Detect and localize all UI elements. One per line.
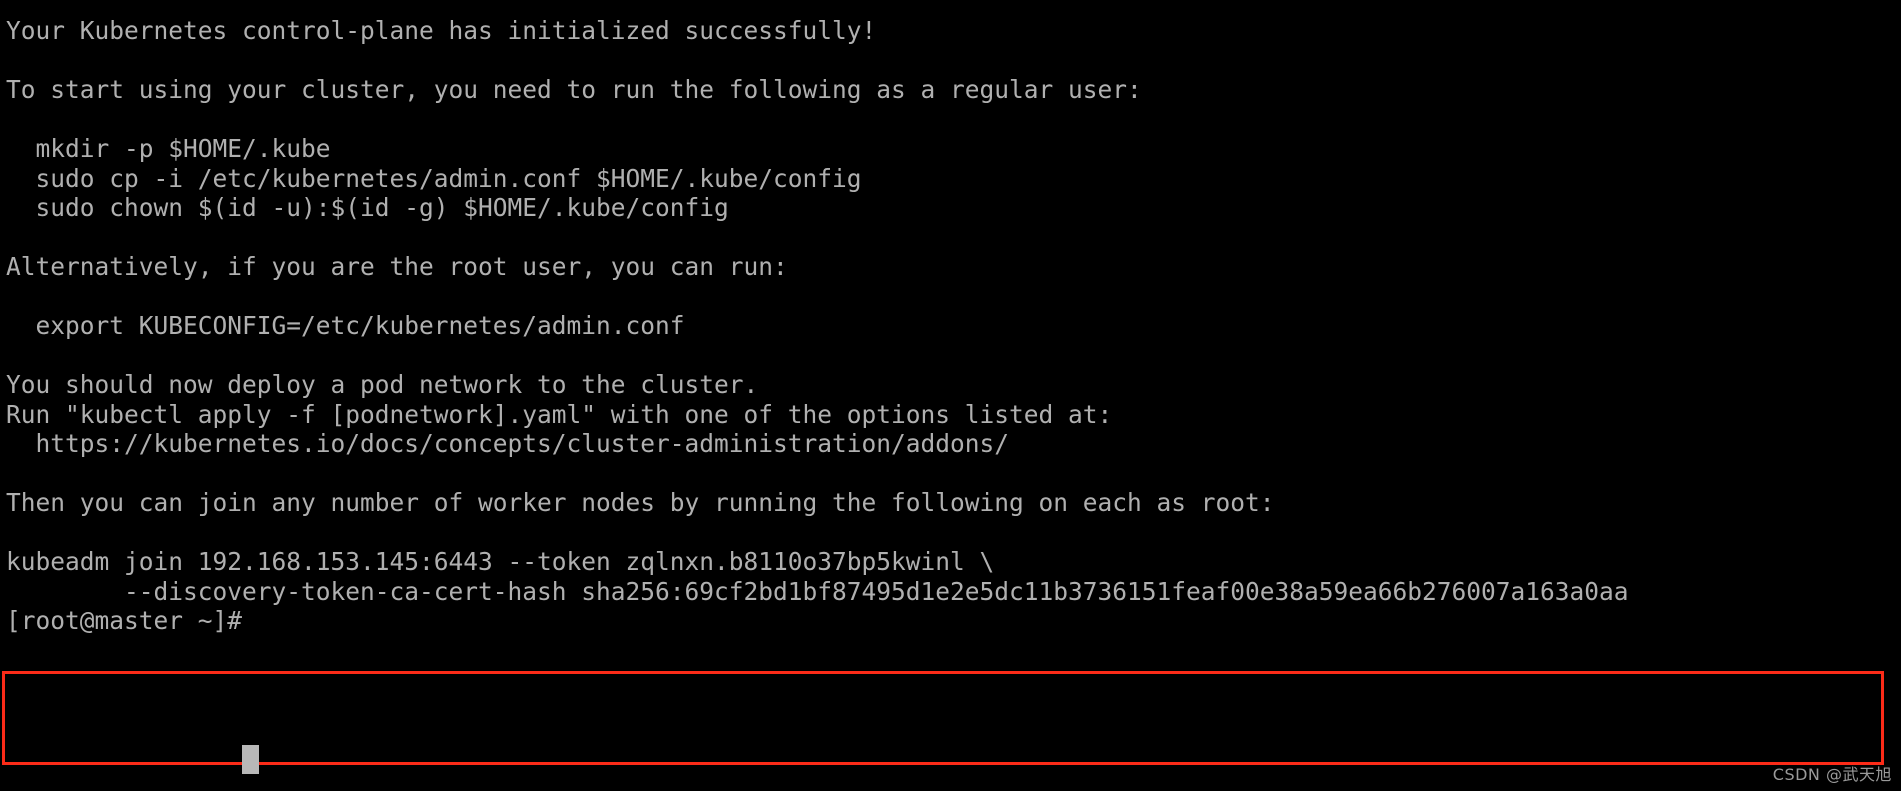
terminal-line-6: sudo cp -i /etc/kubernetes/admin.conf $H… <box>6 163 862 193</box>
terminal-line-16 <box>0 459 1901 489</box>
watermark-label: CSDN @武天旭 <box>1772 765 1892 784</box>
terminal-line-9: Alternatively, if you are the root user,… <box>6 252 788 281</box>
terminal-screen: Your Kubernetes control-plane has initia… <box>0 0 1901 791</box>
discovery-token-hash-line: --discovery-token-ca-cert-hash sha256:69… <box>6 576 1629 606</box>
terminal-line-11: export KUBECONFIG=/etc/kubernetes/admin.… <box>6 311 685 340</box>
text-cursor <box>242 745 259 774</box>
terminal-line-10 <box>0 282 1901 312</box>
terminal-line-17: Then you can join any number of worker n… <box>6 488 1275 517</box>
terminal-line-3: To start using your cluster, you need to… <box>6 75 1142 104</box>
join-command-line: kubeadm join 192.168.153.145:6443 --toke… <box>6 547 995 576</box>
terminal-output[interactable]: Your Kubernetes control-plane has initia… <box>0 0 1901 791</box>
terminal-line-4 <box>0 105 1901 135</box>
terminal-line-14: Run "kubectl apply -f [podnetwork].yaml"… <box>6 399 1113 429</box>
terminal-line-18 <box>0 518 1901 548</box>
terminal-line-7: sudo chown $(id -u):$(id -g) $HOME/.kube… <box>6 193 729 222</box>
terminal-line-8 <box>0 223 1901 253</box>
terminal-line-1: Your Kubernetes control-plane has initia… <box>6 16 877 45</box>
terminal-line-15: https://kubernetes.io/docs/concepts/clus… <box>6 429 1010 458</box>
terminal-line-2 <box>0 46 1901 76</box>
terminal-line-5: mkdir -p $HOME/.kube <box>6 134 331 163</box>
shell-prompt: [root@master ~]# <box>6 606 257 635</box>
terminal-line-12 <box>0 341 1901 371</box>
terminal-line-13: You should now deploy a pod network to t… <box>6 370 759 399</box>
